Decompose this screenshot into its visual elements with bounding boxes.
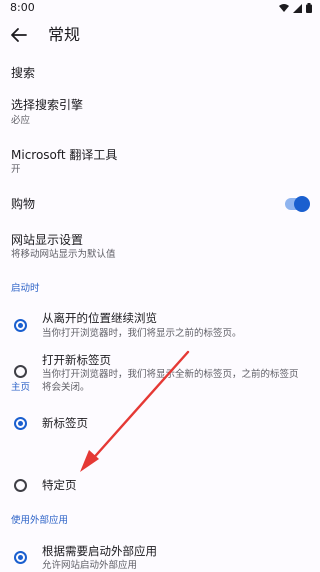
radio-button[interactable]: [14, 417, 27, 430]
option-description: 当你打开浏览器时，我们将显示之前的标签页。: [42, 328, 242, 339]
radio-option-new-tab[interactable]: 打开新标签页 当你打开浏览器时，我们将显示全新的标签页，之前的标签页将会关闭。: [0, 350, 320, 394]
wifi-icon: [279, 4, 289, 12]
option-label: 从离开的位置继续浏览: [42, 311, 157, 325]
status-bar: 8:00: [0, 0, 320, 16]
setting-value: 开: [11, 164, 21, 175]
setting-value: 必应: [11, 115, 31, 126]
radio-option-launch-apps[interactable]: 根据需要启动外部应用 允许网站启动外部应用: [0, 541, 320, 571]
radio-option-new-tab-home[interactable]: 新标签页: [0, 412, 320, 436]
option-label: 打开新标签页: [42, 353, 111, 367]
back-arrow-icon[interactable]: [8, 24, 30, 46]
radio-button[interactable]: [14, 319, 27, 332]
shopping-toggle[interactable]: [285, 196, 310, 212]
setting-label: Microsoft 翻译工具: [11, 148, 118, 162]
toggle-knob: [294, 196, 310, 212]
setting-site-display[interactable]: 网站显示设置 将移动网站显示为默认值: [0, 228, 320, 264]
status-time: 8:00: [10, 1, 35, 14]
section-header-external-apps: 使用外部应用: [11, 515, 69, 526]
app-bar: 常规: [0, 16, 320, 56]
option-label: 新标签页: [42, 416, 88, 430]
signal-icon: [293, 3, 302, 13]
section-header-home: 主页: [11, 382, 31, 393]
radio-button[interactable]: [14, 479, 27, 492]
setting-translator[interactable]: Microsoft 翻译工具 开: [0, 144, 320, 180]
battery-icon: [306, 3, 312, 13]
radio-button[interactable]: [14, 365, 27, 378]
radio-button[interactable]: [14, 551, 27, 564]
status-icons: [279, 3, 312, 13]
option-description: 当你打开浏览器时，我们将显示全新的标签页，之前的标签页将会关闭。: [42, 369, 299, 393]
setting-label: 搜索: [11, 66, 36, 80]
setting-label: 网站显示设置: [11, 233, 84, 247]
setting-label: 购物: [11, 197, 36, 211]
section-header-startup: 启动时: [11, 283, 40, 294]
radio-option-continue[interactable]: 从离开的位置继续浏览 当你打开浏览器时，我们将显示之前的标签页。: [0, 308, 320, 344]
setting-value: 将移动网站显示为默认值: [11, 249, 116, 260]
setting-search[interactable]: 搜索: [0, 60, 320, 86]
option-label: 特定页: [42, 478, 77, 492]
option-label: 根据需要启动外部应用: [42, 544, 157, 558]
setting-search-engine[interactable]: 选择搜索引擎 必应: [0, 94, 320, 130]
page-title: 常规: [48, 25, 81, 44]
option-description: 允许网站启动外部应用: [42, 560, 138, 571]
setting-shopping: 购物: [0, 192, 320, 216]
radio-option-specific-page[interactable]: 特定页: [0, 474, 320, 498]
setting-label: 选择搜索引擎: [11, 98, 84, 112]
